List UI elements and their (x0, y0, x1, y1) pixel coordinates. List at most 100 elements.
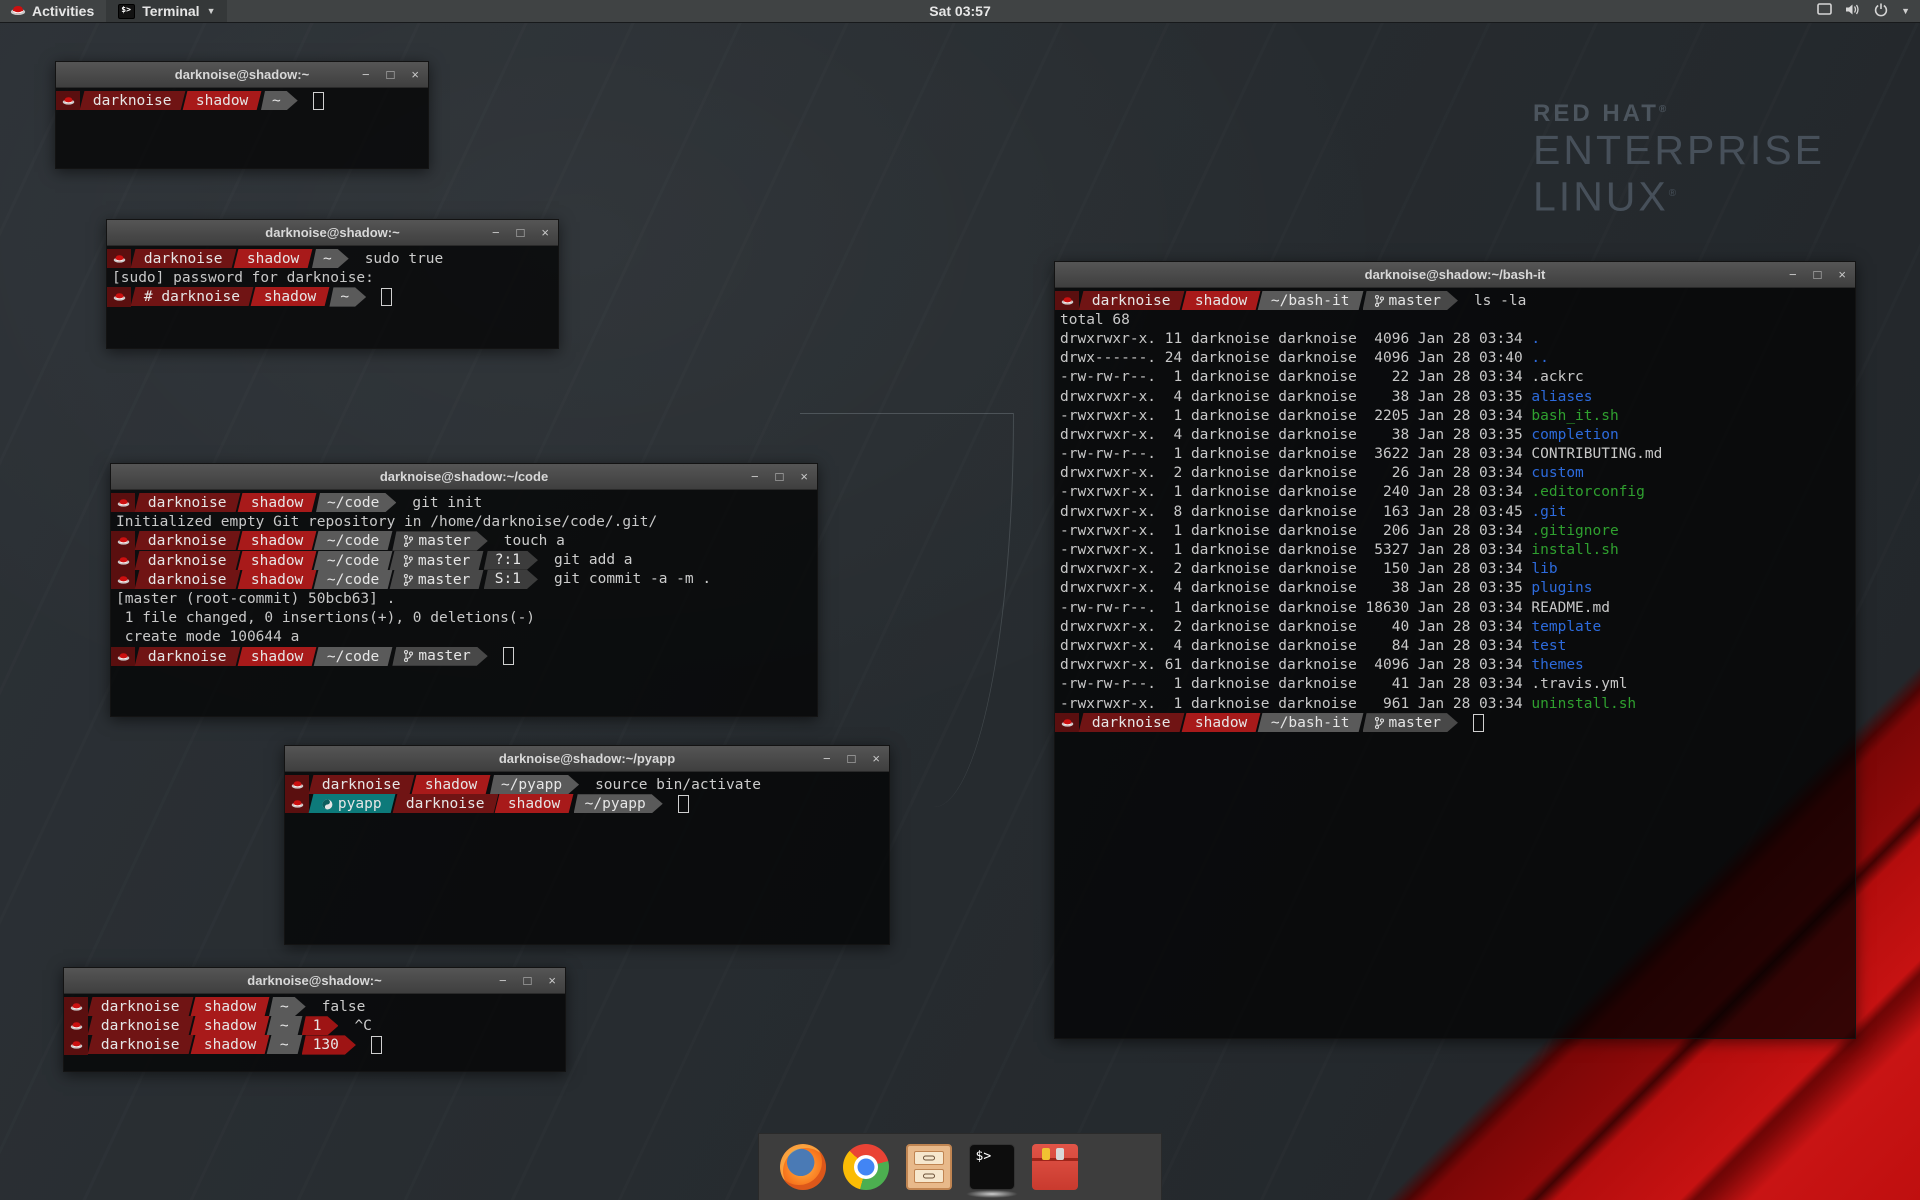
terminal-body[interactable]: darknoiseshadow~/pyappsource bin/activat… (285, 772, 889, 944)
prompt-segment-hat (285, 775, 309, 794)
chevron-down-icon: ▼ (1901, 6, 1910, 16)
git-branch-icon (1374, 716, 1384, 730)
prompt-segment-user: darknoise (88, 1016, 193, 1035)
terminal-body[interactable]: darknoiseshadow~/codegit initInitialized… (111, 490, 817, 716)
redhat-icon (113, 253, 126, 264)
maximize-button[interactable]: □ (387, 68, 395, 81)
dock-item-terminal[interactable]: $> (969, 1144, 1015, 1190)
dock-item-toolbox[interactable] (1032, 1144, 1078, 1190)
output-line: -rwxrwxr-x. 1 darknoise darknoise 5327 J… (1055, 540, 1855, 559)
window-titlebar[interactable]: darknoise@shadow:~−□× (56, 62, 428, 88)
activities-button[interactable]: Activities (0, 0, 106, 22)
output-line: -rw-rw-r--. 1 darknoise darknoise 41 Jan… (1055, 675, 1855, 694)
ls-entry-meta: -rwxrwxr-x. 1 darknoise darknoise 206 Ja… (1055, 523, 1531, 539)
ls-entry-name: install.sh (1531, 542, 1618, 558)
output-line: drwxrwxr-x. 11 darknoise darknoise 4096 … (1055, 329, 1855, 348)
terminal-body[interactable]: darknoiseshadow~/bash-itmasterls -latota… (1055, 288, 1855, 1038)
minimize-button[interactable]: − (362, 68, 370, 81)
terminal-cursor (371, 1036, 382, 1054)
maximize-button[interactable]: □ (776, 470, 784, 483)
maximize-button[interactable]: □ (1814, 268, 1822, 281)
prompt-segment-path: ~ (329, 287, 366, 306)
git-branch-icon (403, 553, 413, 567)
output-line: drwxrwxr-x. 4 darknoise darknoise 84 Jan… (1055, 636, 1855, 655)
prompt-segment-hat (285, 794, 309, 813)
redhat-icon (117, 555, 130, 566)
ls-entry-meta: -rw-rw-r--. 1 darknoise darknoise 41 Jan… (1055, 676, 1531, 692)
minimize-button[interactable]: − (751, 470, 759, 483)
ls-entry-meta: drwxrwxr-x. 8 darknoise darknoise 163 Ja… (1055, 504, 1531, 520)
terminal-window-term-code: darknoise@shadow:~/code−□×darknoiseshado… (110, 463, 818, 717)
prompt-segment-host: shadow (1181, 291, 1260, 310)
output-line: drwxrwxr-x. 61 darknoise darknoise 4096 … (1055, 656, 1855, 675)
ls-entry-meta: drwxrwxr-x. 2 darknoise darknoise 26 Jan… (1055, 465, 1531, 481)
ls-entry-meta: drwxrwxr-x. 4 darknoise darknoise 84 Jan… (1055, 638, 1531, 654)
minimize-button[interactable]: − (823, 752, 831, 765)
git-branch-icon (403, 572, 413, 586)
prompt-segment-git: master (390, 551, 484, 570)
prompt-segment-path: ~ (267, 1016, 303, 1035)
terminal-cursor (503, 647, 514, 665)
python-icon (322, 798, 333, 809)
ls-entry-meta: -rw-rw-r--. 1 darknoise darknoise 3622 J… (1055, 446, 1531, 462)
maximize-button[interactable]: □ (524, 974, 532, 987)
prompt-segment-git: master (1363, 291, 1458, 310)
prompt-segment-host: shadow (237, 493, 316, 512)
prompt-line: darknoiseshadow~130 (64, 1035, 565, 1054)
output-line: [sudo] password for darknoise: (107, 268, 558, 287)
terminal-body[interactable]: darknoiseshadow~falsedarknoiseshadow~1^C… (64, 994, 565, 1071)
terminal-body[interactable]: darknoiseshadow~sudo true[sudo] password… (107, 246, 558, 348)
ls-entry-name: README.md (1531, 600, 1610, 616)
ls-entry-meta: drwxrwxr-x. 11 darknoise darknoise 4096 … (1055, 331, 1531, 347)
command-text: sudo true (365, 251, 444, 267)
close-button[interactable]: × (541, 226, 549, 239)
window-titlebar[interactable]: darknoise@shadow:~− □ × (107, 220, 558, 246)
prompt-segment-hat (111, 531, 135, 550)
volume-icon (1845, 3, 1861, 19)
app-menu-terminal[interactable]: $> Terminal ▼ (106, 0, 227, 22)
dock-item-firefox[interactable] (780, 1144, 826, 1190)
maximize-button[interactable]: □ (848, 752, 856, 765)
redhat-icon (10, 3, 26, 20)
prompt-segment-host: shadow (237, 647, 316, 666)
window-titlebar[interactable]: darknoise@shadow:~/pyapp−□× (285, 746, 889, 772)
prompt-line: darknoiseshadow~ (56, 91, 428, 110)
prompt-segment-hat (107, 287, 131, 306)
prompt-segment-user: darknoise (135, 647, 240, 666)
window-title: darknoise@shadow:~ (107, 225, 558, 240)
terminal-cursor (381, 288, 392, 306)
close-button[interactable]: × (800, 470, 808, 483)
clock[interactable]: Sat 03:57 (929, 3, 990, 19)
close-button[interactable]: × (872, 752, 880, 765)
prompt-line: darknoiseshadow~/pyappsource bin/activat… (285, 775, 889, 794)
output-line: [master (root-commit) 50bcb63] . (111, 589, 817, 608)
maximize-button[interactable]: □ (517, 226, 525, 239)
ls-entry-name: test (1531, 638, 1566, 654)
ls-entry-meta: drwxrwxr-x. 4 darknoise darknoise 38 Jan… (1055, 427, 1531, 443)
window-titlebar[interactable]: darknoise@shadow:~−□× (64, 968, 565, 994)
prompt-segment-user: darknoise (1079, 291, 1184, 310)
close-button[interactable]: × (411, 68, 419, 81)
minimize-button[interactable]: − (492, 226, 500, 239)
window-titlebar[interactable]: darknoise@shadow:~/code−□× (111, 464, 817, 490)
redhat-icon (70, 1039, 83, 1050)
prompt-segment-path: ~ (312, 249, 349, 268)
drawer-slot (914, 1169, 944, 1183)
dock-item-app-grid[interactable] (1095, 1144, 1141, 1190)
close-button[interactable]: × (548, 974, 556, 987)
prompt-segment-host: shadow (1181, 713, 1260, 732)
dock-item-files[interactable] (906, 1144, 952, 1190)
system-status-area[interactable]: ▼ (1817, 0, 1910, 22)
prompt-segment-host: shadow (190, 1016, 269, 1035)
terminal-body[interactable]: darknoiseshadow~ (56, 88, 428, 168)
minimize-button[interactable]: − (499, 974, 507, 987)
minimize-button[interactable]: − (1789, 268, 1797, 281)
command-text: false (322, 999, 366, 1015)
terminal-icon: $> (118, 4, 135, 19)
window-titlebar[interactable]: darknoise@shadow:~/bash-it−□× (1055, 262, 1855, 288)
prompt-segment-user: darknoise (80, 91, 185, 110)
output-line: -rw-rw-r--. 1 darknoise darknoise 3622 J… (1055, 445, 1855, 464)
close-button[interactable]: × (1838, 268, 1846, 281)
dock-item-chrome[interactable] (843, 1144, 889, 1190)
registered-mark: ® (1669, 188, 1679, 199)
